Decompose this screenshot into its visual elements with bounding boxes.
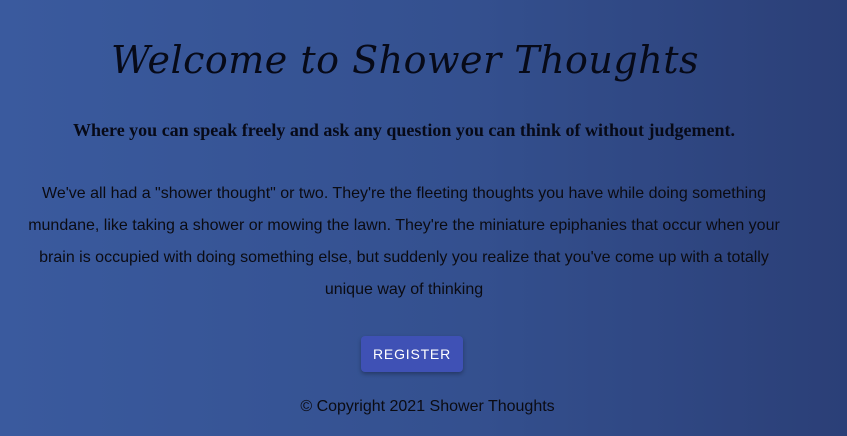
page-subtitle: Where you can speak freely and ask any q… (73, 120, 735, 140)
register-button[interactable]: REGISTER (361, 336, 463, 372)
intro-paragraph: We've all had a "shower thought" or two.… (28, 185, 780, 298)
footer-copyright: © Copyright 2021 Shower Thoughts (300, 398, 555, 415)
landing-page: Welcome to Shower Thoughts Where you can… (0, 0, 847, 436)
page-title: Welcome to Shower Thoughts (111, 38, 699, 82)
